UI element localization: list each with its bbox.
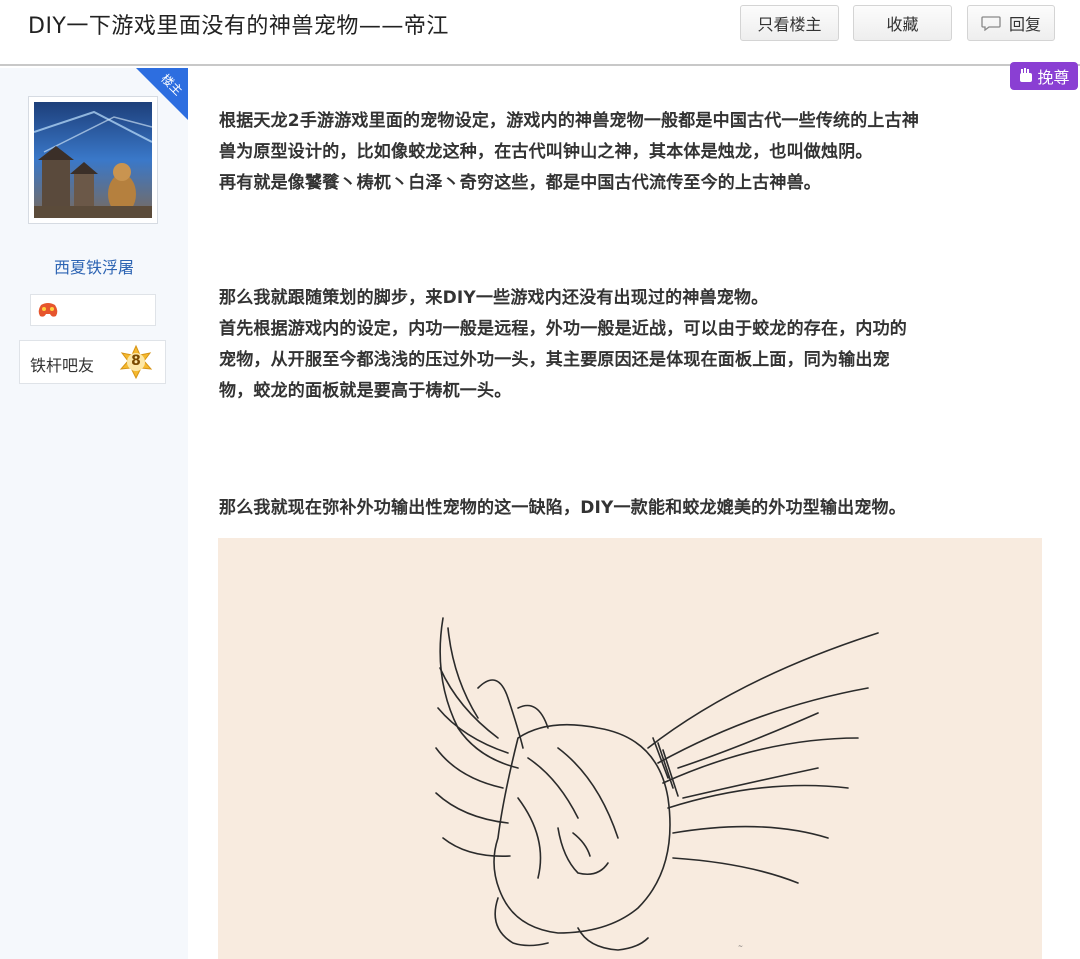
recommend-label: 挽尊 bbox=[1037, 68, 1070, 87]
reply-button[interactable]: 回复 bbox=[967, 5, 1055, 41]
post-line: 物，蛟龙的面板就是要高于梼杌一头。 bbox=[219, 381, 512, 401]
recommend-button[interactable]: 挽尊 bbox=[1010, 62, 1078, 90]
post-title: DIY一下游戏里面没有的神兽宠物——帝江 bbox=[28, 14, 449, 39]
level-number: 8 bbox=[131, 353, 141, 369]
comment-icon bbox=[981, 15, 1001, 31]
post-line: 宠物，从开服至今都浅浅的压过外功一头，其主要原因还是体现在面板上面，同为输出宠 bbox=[219, 350, 890, 370]
post-image[interactable]: ~ bbox=[218, 538, 1042, 959]
post-header: DIY一下游戏里面没有的神兽宠物——帝江 只看楼主 收藏 回复 bbox=[0, 0, 1080, 66]
badge-row bbox=[30, 294, 156, 326]
post-line: 那么我就跟随策划的脚步，来DIY一些游戏内还没有出现过的神兽宠物。 bbox=[219, 288, 769, 308]
post-paragraph-2: 那么我就跟随策划的脚步，来DIY一些游戏内还没有出现过的神兽宠物。 首先根据游戏… bbox=[219, 283, 1059, 407]
reply-button-label: 回复 bbox=[1008, 15, 1041, 34]
game-badge-icon[interactable] bbox=[37, 301, 59, 319]
author-sidebar: 楼主 西夏铁浮屠 铁杆吧友 8 bbox=[0, 68, 188, 959]
post-line: 根据天龙2手游游戏里面的宠物设定，游戏内的神兽宠物一般都是中国古代一些传统的上古… bbox=[219, 111, 920, 131]
post-line: 再有就是像饕餮丶梼杌丶白泽丶奇穷这些，都是中国古代流传至今的上古神兽。 bbox=[219, 173, 821, 193]
username-link[interactable]: 西夏铁浮屠 bbox=[0, 254, 188, 278]
avatar[interactable] bbox=[34, 102, 152, 218]
winged-beast-sketch: ~ bbox=[435, 617, 879, 951]
post-paragraph-1: 根据天龙2手游游戏里面的宠物设定，游戏内的神兽宠物一般都是中国古代一些传统的上古… bbox=[219, 106, 1059, 199]
image-signature: ~ bbox=[738, 943, 743, 950]
post-line: 首先根据游戏内的设定，内功一般是远程，外功一般是近战，可以由于蛟龙的存在，内功的 bbox=[219, 319, 907, 339]
only-op-button[interactable]: 只看楼主 bbox=[740, 5, 839, 41]
post-line: 那么我就现在弥补外功输出性宠物的这一缺陷，DIY一款能和蛟龙媲美的外功型输出宠物… bbox=[219, 498, 906, 518]
level-box: 铁杆吧友 8 bbox=[19, 340, 166, 384]
avatar-frame[interactable] bbox=[28, 96, 158, 224]
hand-icon bbox=[1020, 68, 1033, 82]
recommend-area: 挽尊 bbox=[1000, 60, 1080, 92]
post-paragraph-3: 那么我就现在弥补外功输出性宠物的这一缺陷，DIY一款能和蛟龙媲美的外功型输出宠物… bbox=[219, 493, 1059, 524]
level-title: 铁杆吧友 bbox=[30, 356, 95, 375]
favorite-button[interactable]: 收藏 bbox=[853, 5, 952, 41]
post-line: 兽为原型设计的，比如像蛟龙这种，在古代叫钟山之神，其本体是烛龙，也叫做烛阴。 bbox=[219, 142, 873, 162]
